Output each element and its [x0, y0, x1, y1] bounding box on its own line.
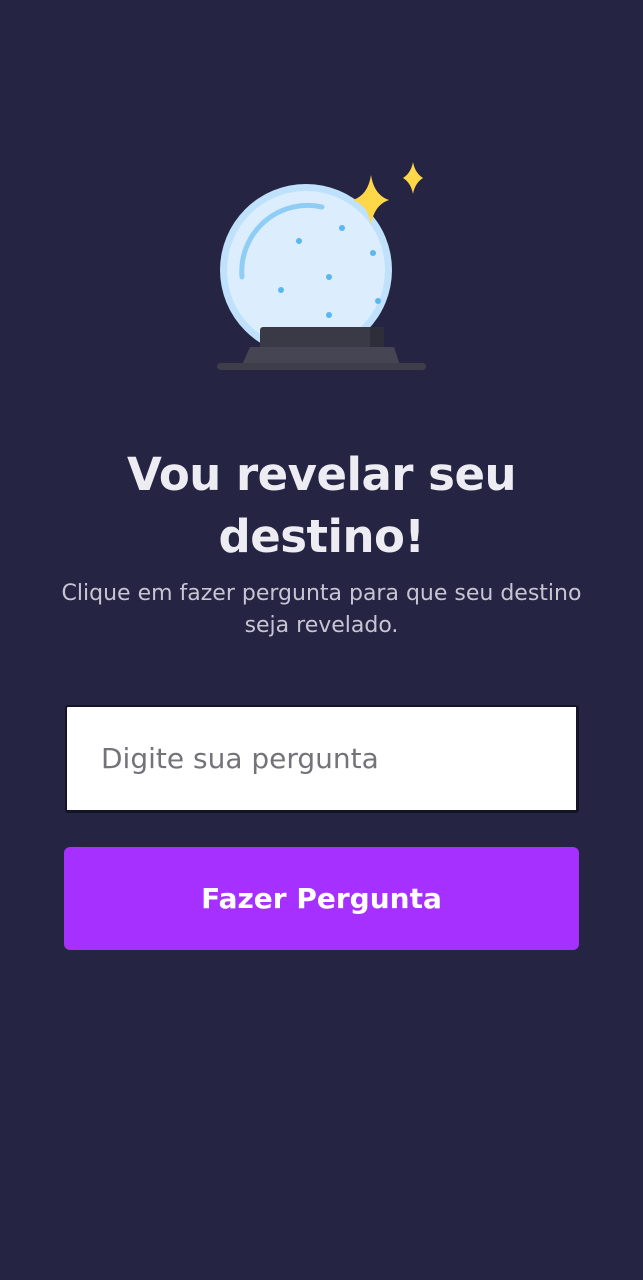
question-input[interactable]	[65, 705, 579, 813]
page-title: Vou revelar seu destino!	[126, 448, 517, 563]
app-screen: Vou revelar seu destino! Clique em fazer…	[0, 0, 643, 1280]
crystal-ball-icon	[217, 162, 426, 370]
ask-question-button[interactable]: Fazer Pergunta	[64, 847, 579, 950]
page-subtitle: Clique em fazer pergunta para que seu de…	[61, 581, 582, 638]
